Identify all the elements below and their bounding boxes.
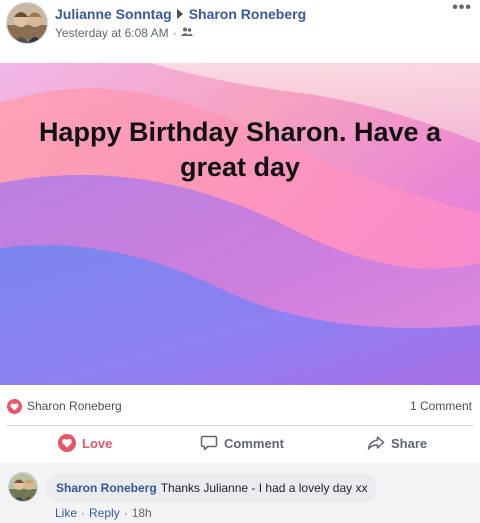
commenter-avatar[interactable] [8,472,38,502]
comment-button[interactable]: Comment [200,428,284,458]
love-icon[interactable] [7,399,22,414]
post-header-names: Julianne Sonntag Sharon Roneberg [55,6,306,22]
meta-separator: · [172,26,177,40]
comment-text: Thanks Julianne - I had a lovely day xx [160,481,368,495]
friends-icon[interactable] [180,26,193,40]
heart-icon [58,434,76,452]
comment-count-link[interactable]: 1 Comment [410,399,472,413]
post-meta: Yesterday at 6:08 AM · [55,26,193,40]
post-background-image [0,63,480,385]
comment-bubble: Sharon Roneberg Thanks Julianne - I had … [46,474,378,502]
play-arrow-icon [176,9,183,20]
post-timestamp-link[interactable]: Yesterday at 6:08 AM [55,26,169,40]
comment-icon [200,435,218,451]
author-avatar[interactable] [6,2,48,44]
comment-like-link[interactable]: Like [55,506,77,520]
reactions-bar: Sharon Roneberg 1 Comment [0,392,480,420]
reactor-name-link[interactable]: Sharon Roneberg [27,399,122,413]
comment-age[interactable]: 18h [132,506,152,520]
love-button[interactable]: Love [58,428,112,458]
love-button-label: Love [82,435,113,451]
post-message-text: Happy Birthday Sharon. Have a great day [38,117,442,182]
comment-actions: Like · Reply · 18h [55,506,152,520]
author-name-link[interactable]: Julianne Sonntag [55,6,172,22]
post-actions-bar: Love Comment Share [0,428,480,460]
comment-separator: · [123,506,128,520]
comment-reply-link[interactable]: Reply [89,506,120,520]
share-button[interactable]: Share [367,428,427,458]
comment-button-label: Comment [224,435,284,451]
recipient-name-link[interactable]: Sharon Roneberg [189,6,306,22]
comments-section: Sharon Roneberg Thanks Julianne - I had … [0,463,480,523]
share-button-label: Share [391,435,428,451]
share-icon [367,436,385,450]
divider [6,425,474,426]
more-options-button[interactable]: ••• [452,0,472,16]
comment-separator: · [81,506,86,520]
comment-author-link[interactable]: Sharon Roneberg [56,481,157,495]
